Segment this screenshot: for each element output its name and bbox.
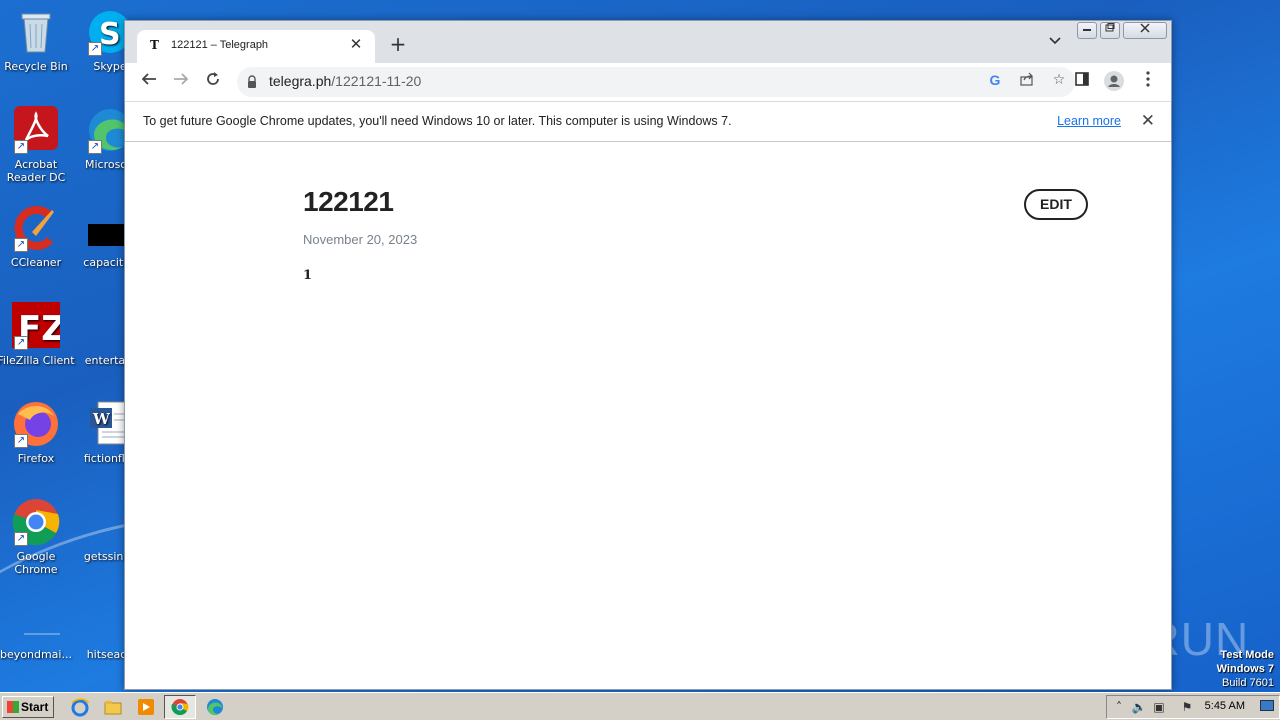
new-tab-button[interactable]: +: [387, 33, 409, 55]
desktop-icon-label: Google Chrome: [14, 550, 58, 576]
build-line: Build 7601: [1222, 677, 1274, 689]
tab-strip: T 122121 – Telegraph ✕ +: [125, 21, 1171, 63]
url-text: telegra.ph/122121-11-20: [269, 73, 421, 89]
address-bar[interactable]: telegra.ph/122121-11-20 G ☆: [237, 67, 1075, 97]
telegraph-favicon-icon: T: [150, 38, 159, 52]
shortcut-arrow-icon: ↗: [14, 140, 28, 154]
windows-flag-icon: [7, 701, 19, 713]
page-content: 122121 November 20, 2023 1 EDIT: [125, 142, 1171, 689]
taskbar-chrome-button[interactable]: [164, 695, 196, 719]
tab-title: 122121 – Telegraph: [171, 39, 269, 51]
media-player-icon[interactable]: [136, 697, 156, 717]
desktop-icon-label: Acrobat Reader DC: [6, 158, 66, 184]
test-mode-line: Test Mode: [1220, 649, 1274, 661]
show-hidden-icons-icon[interactable]: ˄: [1111, 700, 1127, 714]
chrome-icon: ↗: [12, 498, 60, 546]
learn-more-link[interactable]: Learn more: [1057, 114, 1121, 128]
shortcut-arrow-icon: ↗: [14, 238, 28, 252]
system-tray: ˄ 🔈 ▣ ⚑ 5:45 AM: [1106, 695, 1280, 719]
desktop-icon-label: FileZilla Client: [0, 354, 75, 367]
volume-icon[interactable]: 🔈: [1131, 700, 1147, 714]
article-title: 122121: [303, 186, 394, 217]
restore-button[interactable]: [1100, 22, 1120, 39]
infobar-close-icon[interactable]: ✕: [1141, 111, 1155, 131]
svg-text:W: W: [92, 410, 111, 428]
blank-file-icon: [12, 596, 60, 644]
desktop-icon-label: Recycle Bin: [4, 60, 68, 73]
taskbar: Start ˄ 🔈 ▣ ⚑ 5:45 AM: [0, 692, 1280, 720]
desktop-icon-beyondmai[interactable]: beyondmai...: [0, 596, 75, 661]
recycle-bin-icon: [12, 8, 60, 56]
desktop-icon-recycle-bin[interactable]: Recycle Bin: [0, 8, 75, 73]
desktop-icon-google-chrome[interactable]: ↗ Google Chrome: [0, 498, 75, 576]
desktop-icon-label: Skype: [93, 60, 127, 73]
action-center-flag-icon[interactable]: ⚑: [1179, 700, 1195, 714]
shortcut-arrow-icon: ↗: [88, 140, 102, 154]
shortcut-arrow-icon: ↗: [88, 42, 102, 56]
back-arrow-icon[interactable]: [137, 70, 161, 94]
firefox-icon: ↗: [12, 400, 60, 448]
edge-taskbar-icon[interactable]: [205, 697, 225, 717]
taskbar-clock[interactable]: 5:45 AM: [1205, 700, 1245, 712]
more-menu-icon[interactable]: [1137, 71, 1159, 93]
google-lens-icon[interactable]: G: [985, 72, 1005, 88]
update-infobar: To get future Google Chrome updates, you…: [125, 101, 1171, 142]
tab-telegraph[interactable]: T 122121 – Telegraph ✕: [137, 30, 375, 63]
tab-close-icon[interactable]: ✕: [347, 35, 365, 53]
svg-text:S: S: [99, 17, 121, 52]
share-icon[interactable]: [1017, 72, 1037, 90]
profile-avatar-icon[interactable]: [1103, 71, 1125, 93]
desktop-icon-ccleaner[interactable]: ↗ CCleaner: [0, 204, 75, 269]
ccleaner-icon: ↗: [12, 204, 60, 252]
desktop-icon-label: Firefox: [17, 452, 55, 465]
url-path: /122121-11-20: [331, 73, 422, 89]
network-icon[interactable]: ▣: [1151, 700, 1167, 714]
desktop-icon-acrobat[interactable]: ↗ Acrobat Reader DC: [0, 106, 75, 184]
article-body: 1: [303, 268, 313, 283]
desktop-icon-label: beyondmai...: [0, 648, 72, 661]
tab-search-chevron-icon[interactable]: [1049, 35, 1061, 48]
infobar-message: To get future Google Chrome updates, you…: [143, 114, 732, 128]
chrome-window: T 122121 – Telegraph ✕ + telegra.ph/1221…: [124, 20, 1172, 690]
shortcut-arrow-icon: ↗: [14, 336, 28, 350]
start-button[interactable]: Start: [2, 696, 54, 718]
article-date: November 20, 2023: [303, 232, 418, 247]
edit-button[interactable]: EDIT: [1024, 189, 1088, 220]
side-panel-icon[interactable]: [1071, 71, 1093, 93]
close-window-button[interactable]: [1123, 22, 1167, 39]
desktop-icon-filezilla[interactable]: FZ ↗ FileZilla Client: [0, 302, 75, 367]
minimize-button[interactable]: [1077, 22, 1097, 39]
desktop-icon-firefox[interactable]: ↗ Firefox: [0, 400, 75, 465]
start-label: Start: [21, 700, 49, 714]
internet-explorer-icon[interactable]: [70, 697, 90, 717]
acrobat-icon: ↗: [12, 106, 60, 154]
lock-icon[interactable]: [247, 74, 257, 88]
test-mode-notice: Test Mode Windows 7 Build 7601: [1217, 648, 1274, 690]
shortcut-arrow-icon: ↗: [14, 532, 28, 546]
windows-version-line: Windows 7: [1216, 663, 1274, 675]
filezilla-icon: FZ ↗: [12, 302, 66, 350]
file-explorer-icon[interactable]: [103, 697, 123, 717]
forward-arrow-icon[interactable]: [169, 70, 193, 94]
show-desktop-icon[interactable]: [1259, 700, 1275, 715]
reload-icon[interactable]: [201, 70, 225, 94]
bookmark-star-icon[interactable]: ☆: [1049, 72, 1069, 88]
url-host: telegra.ph: [269, 73, 332, 89]
browser-toolbar: telegra.ph/122121-11-20 G ☆: [125, 63, 1171, 101]
desktop-icon-label: CCleaner: [10, 256, 62, 269]
shortcut-arrow-icon: ↗: [14, 434, 28, 448]
